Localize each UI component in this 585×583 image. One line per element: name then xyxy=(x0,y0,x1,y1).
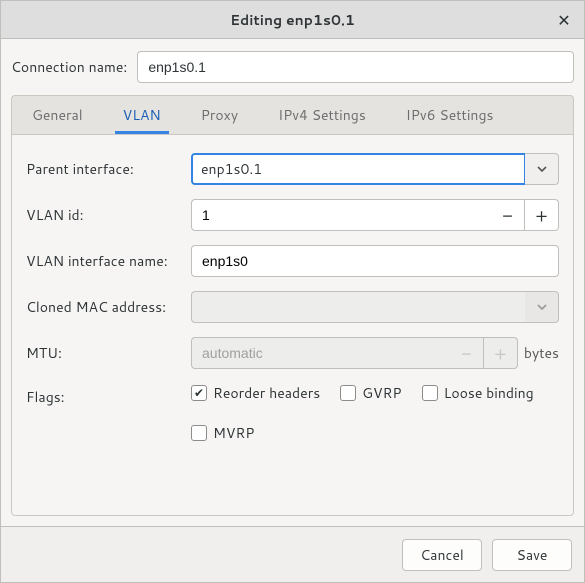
window-title: Editing enp1s0.1 xyxy=(230,10,355,30)
flags-label: Flags: xyxy=(26,383,181,407)
plus-icon: + xyxy=(494,340,506,366)
vlan-ifname-row: VLAN interface name: xyxy=(26,245,559,277)
mtu-increment: + xyxy=(484,337,518,369)
flag-loose-binding[interactable]: Loose binding xyxy=(422,383,534,403)
vlan-id-increment[interactable]: + xyxy=(525,199,559,231)
tab-vlan[interactable]: VLAN xyxy=(103,96,181,134)
parent-interface-label: Parent interface: xyxy=(26,159,181,179)
connection-name-input[interactable] xyxy=(137,51,574,83)
parent-interface-combo[interactable]: enp1s0.1 xyxy=(191,153,559,185)
checkbox-icon xyxy=(191,425,207,441)
tab-strip: General VLAN Proxy IPv4 Settings IPv6 Se… xyxy=(11,95,574,135)
minus-icon: − xyxy=(461,340,472,366)
minus-icon: − xyxy=(502,202,513,228)
vlan-id-row: VLAN id: − + xyxy=(26,199,559,231)
cloned-mac-input[interactable] xyxy=(191,291,525,323)
close-button[interactable]: ✕ xyxy=(552,8,576,32)
checkbox-icon xyxy=(340,385,356,401)
parent-interface-value: enp1s0.1 xyxy=(201,159,262,179)
vlan-id-spinner: − + xyxy=(191,199,559,231)
vlan-id-label: VLAN id: xyxy=(26,205,181,225)
tab-general[interactable]: General xyxy=(12,96,103,134)
dialog-footer: Cancel Save xyxy=(1,526,584,582)
tab-ipv4[interactable]: IPv4 Settings xyxy=(258,96,386,134)
chevron-down-icon xyxy=(536,163,548,175)
flag-reorder-label: Reorder headers xyxy=(213,383,320,403)
checkbox-icon xyxy=(422,385,438,401)
save-button[interactable]: Save xyxy=(492,539,572,571)
cloned-mac-combo[interactable] xyxy=(191,291,559,323)
cloned-mac-dropdown-button[interactable] xyxy=(525,291,559,323)
close-icon: ✕ xyxy=(557,9,570,32)
flag-mvrp-label: MVRP xyxy=(213,423,254,443)
flag-gvrp-label: GVRP xyxy=(362,383,401,403)
flag-mvrp[interactable]: MVRP xyxy=(191,423,254,443)
flags-group: Reorder headers GVRP Loose binding MVRP xyxy=(191,383,559,443)
vlan-id-decrement[interactable]: − xyxy=(491,199,525,231)
tab-ipv6[interactable]: IPv6 Settings xyxy=(386,96,514,134)
cloned-mac-label: Cloned MAC address: xyxy=(26,297,181,317)
mtu-row: MTU: − + bytes xyxy=(26,337,559,369)
vlan-id-input[interactable] xyxy=(191,199,491,231)
mtu-spinner: − + xyxy=(191,337,518,369)
parent-interface-dropdown-button[interactable] xyxy=(525,153,559,185)
tab-proxy[interactable]: Proxy xyxy=(181,96,258,134)
mtu-decrement: − xyxy=(450,337,484,369)
mtu-label: MTU: xyxy=(26,343,181,363)
plus-icon: + xyxy=(535,202,547,228)
flag-gvrp[interactable]: GVRP xyxy=(340,383,401,403)
mtu-input[interactable] xyxy=(191,337,450,369)
cloned-mac-row: Cloned MAC address: xyxy=(26,291,559,323)
parent-interface-input[interactable]: enp1s0.1 xyxy=(191,153,525,185)
vlan-ifname-label: VLAN interface name: xyxy=(26,251,181,271)
tab-body-vlan: Parent interface: enp1s0.1 VLAN id: − xyxy=(11,135,574,516)
tabs-area: General VLAN Proxy IPv4 Settings IPv6 Se… xyxy=(1,95,584,526)
connection-name-row: Connection name: xyxy=(1,39,584,95)
mtu-unit: bytes xyxy=(524,343,559,363)
chevron-down-icon xyxy=(536,301,548,313)
titlebar: Editing enp1s0.1 ✕ xyxy=(1,1,584,39)
flag-reorder-headers[interactable]: Reorder headers xyxy=(191,383,320,403)
flag-loose-label: Loose binding xyxy=(444,383,534,403)
cancel-button[interactable]: Cancel xyxy=(402,539,482,571)
connection-name-label: Connection name: xyxy=(11,57,127,77)
vlan-ifname-input[interactable] xyxy=(191,245,559,277)
parent-interface-row: Parent interface: enp1s0.1 xyxy=(26,153,559,185)
checkbox-icon xyxy=(191,385,207,401)
flags-row: Flags: Reorder headers GVRP Loose bindin… xyxy=(26,383,559,443)
